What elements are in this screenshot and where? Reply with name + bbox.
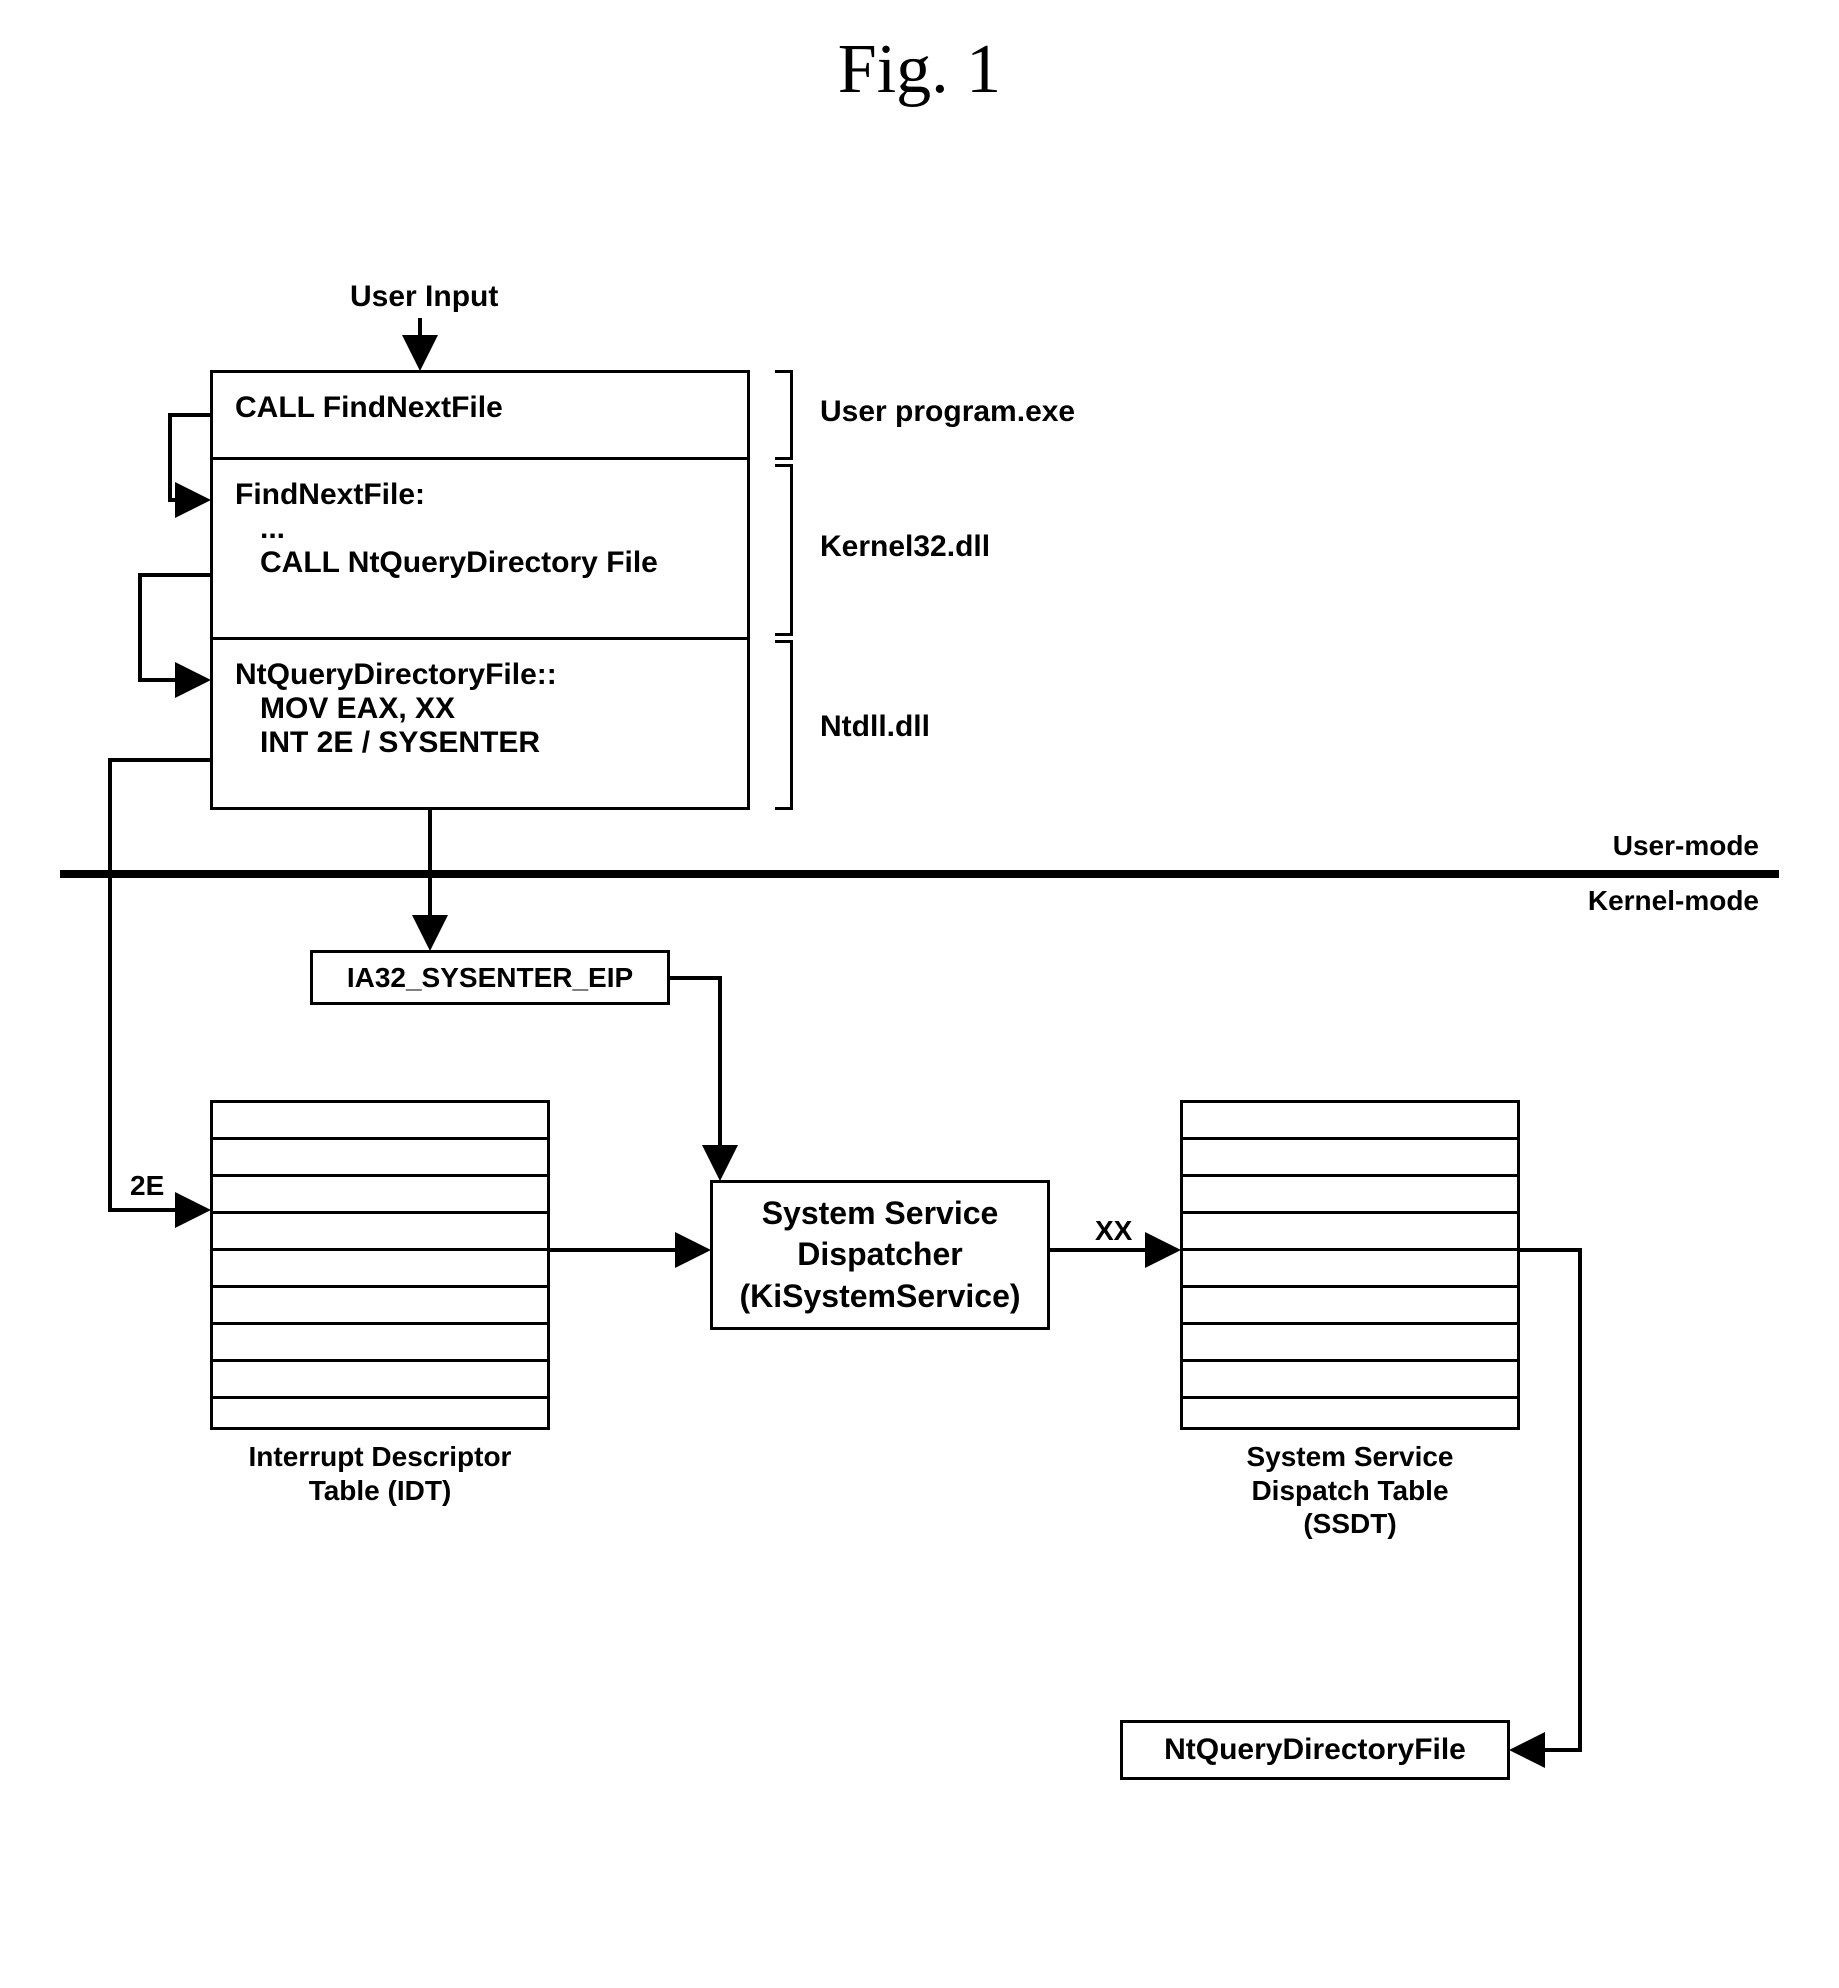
kernel32-line3: CALL NtQueryDirectory File [235,546,725,580]
ntquery-final-text: NtQueryDirectoryFile [1164,1733,1466,1767]
bracket-userprog [760,370,793,460]
table-row [213,1214,547,1251]
table-row [1183,1103,1517,1140]
bracket-label-userprog: User program.exe [820,395,1075,429]
sysenter-eip-text: IA32_SYSENTER_EIP [347,962,633,994]
bracket-ntdll [760,640,793,810]
dispatcher-box: System Service Dispatcher (KiSystemServi… [710,1180,1050,1330]
ntdll-line1: NtQueryDirectoryFile:: [235,658,725,692]
bracket-label-kernel32: Kernel32.dll [820,530,990,564]
idt-caption: Interrupt Descriptor Table (IDT) [210,1440,550,1507]
table-row [1183,1214,1517,1251]
table-row [213,1288,547,1325]
userprog-code: CALL FindNextFile [213,373,747,443]
kernel-mode-label: Kernel-mode [1588,885,1759,917]
mode-divider [60,870,1779,878]
kernel32-line2: ... [235,512,725,546]
arrows-overlay [0,0,1839,1988]
ntdll-line2: MOV EAX, XX [235,692,725,726]
userprog-box: CALL FindNextFile [210,370,750,460]
table-row [213,1325,547,1362]
bracket-label-ntdll: Ntdll.dll [820,710,930,744]
ssdt-table [1180,1100,1520,1430]
user-mode-label: User-mode [1613,830,1759,862]
table-row [213,1251,547,1288]
table-row [1183,1362,1517,1399]
bracket-kernel32 [760,464,793,636]
user-input-label: User Input [350,280,498,314]
table-row [213,1399,547,1436]
ntdll-box: NtQueryDirectoryFile:: MOV EAX, XX INT 2… [210,640,750,810]
table-row [1183,1288,1517,1325]
table-row [1183,1140,1517,1177]
idt-table [210,1100,550,1430]
table-row [1183,1251,1517,1288]
ntdll-line3: INT 2E / SYSENTER [235,726,725,760]
table-row [213,1177,547,1214]
dispatcher-text: System Service Dispatcher (KiSystemServi… [739,1193,1020,1318]
kernel32-line1: FindNextFile: [235,478,725,512]
sysenter-eip-box: IA32_SYSENTER_EIP [310,950,670,1005]
table-row [213,1103,547,1140]
edge-label-2e: 2E [130,1170,164,1202]
ntquery-final-box: NtQueryDirectoryFile [1120,1720,1510,1780]
table-row [1183,1325,1517,1362]
ssdt-caption: System Service Dispatch Table (SSDT) [1180,1440,1520,1541]
table-row [1183,1177,1517,1214]
table-row [213,1140,547,1177]
kernel32-box: FindNextFile: ... CALL NtQueryDirectory … [210,460,750,640]
table-row [213,1362,547,1399]
figure-title: Fig. 1 [0,30,1839,110]
edge-label-xx: XX [1095,1215,1132,1247]
table-row [1183,1399,1517,1436]
